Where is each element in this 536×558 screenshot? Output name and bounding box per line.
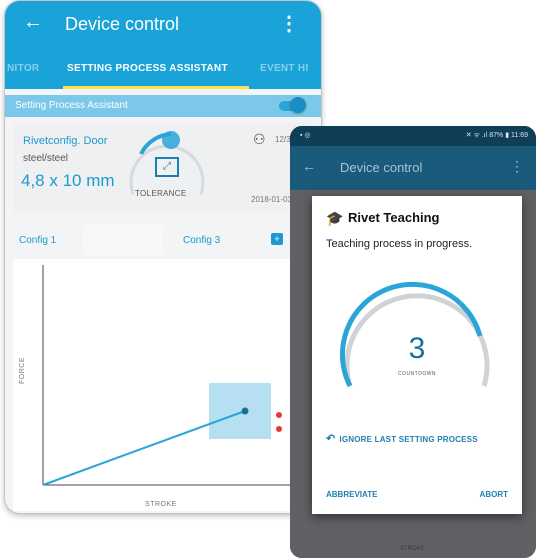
more-options-icon[interactable]: ⋮	[279, 11, 299, 36]
tolerance-label: TOLERANCE	[135, 189, 187, 198]
abbreviate-button[interactable]: ABBREVIATE	[326, 490, 377, 499]
limit-marker-upper	[276, 412, 282, 418]
tolerance-icon: ⤢	[155, 157, 179, 177]
chart-canvas	[42, 265, 309, 486]
rivet-count-icon: ⚇	[253, 131, 266, 147]
add-config-icon[interactable]: +	[271, 233, 283, 245]
config-2-slot[interactable]	[83, 225, 163, 255]
tab-bar: NITOR SETTING PROCESS ASSISTANT EVENT HI	[5, 51, 321, 89]
app-bar: ← Device control ⋮	[5, 1, 321, 51]
back-arrow-icon[interactable]: ←	[23, 11, 43, 34]
tolerance-window	[209, 383, 271, 439]
tab-event-history[interactable]: EVENT HI	[260, 63, 309, 74]
status-left: ▪ ◎	[300, 132, 311, 139]
status-right: ✕ ᯤ .ıl 87% ▮ 11:69	[465, 132, 528, 139]
y-axis-label: FORCE	[19, 357, 26, 384]
rivet-teaching-phone: ▪ ◎ ✕ ᯤ .ıl 87% ▮ 11:69 ← Device control…	[290, 126, 536, 558]
countdown-value: 3	[408, 332, 426, 365]
curve-endpoint	[241, 407, 249, 415]
assistant-toggle-label: Setting Process Assistant	[15, 100, 128, 111]
back-arrow-icon: ←	[302, 158, 316, 174]
rivet-teaching-dialog: 🎓 Rivet Teaching Teaching process in pro…	[312, 196, 522, 514]
rivet-config-card[interactable]: Rivetconfig. Door steel/steel 4,8 x 10 m…	[13, 123, 313, 213]
abort-button[interactable]: ABORT	[480, 490, 508, 499]
rivet-size: 4,8 x 10 mm	[21, 171, 115, 190]
dialog-title: Rivet Teaching	[348, 210, 440, 225]
x-axis-label: STROKE	[145, 501, 177, 508]
device-control-phone: ← Device control ⋮ NITOR SETTING PROCESS…	[4, 0, 322, 514]
app-title: Device control	[340, 160, 423, 175]
app-title: Device control	[65, 14, 180, 34]
config-date: 2018-01-03	[251, 195, 292, 204]
config-3-label[interactable]: Config 3	[183, 235, 220, 246]
config-1-label[interactable]: Config 1	[19, 235, 56, 246]
app-bar-dimmed: ← Device control ⋮	[290, 146, 536, 190]
status-bar: ▪ ◎ ✕ ᯤ .ıl 87% ▮ 11:69	[290, 126, 536, 146]
rivet-config-name: Rivetconfig. Door	[23, 135, 108, 147]
tab-monitor[interactable]: NITOR	[7, 63, 39, 74]
more-options-icon: ⋮	[510, 158, 524, 174]
assistant-content: Setting Process Assistant Rivetconfig. D…	[5, 89, 321, 513]
dialog-message: Teaching process in progress.	[326, 238, 473, 250]
background-footer-label: STROKE	[400, 546, 425, 552]
tab-setting-process-assistant[interactable]: SETTING PROCESS ASSISTANT	[67, 63, 228, 74]
limit-marker-lower	[276, 426, 282, 432]
ignore-last-setting-button[interactable]: ↶ IGNORE LAST SETTING PROCESS	[326, 432, 478, 445]
rivet-material: steel/steel	[23, 153, 69, 164]
assistant-toggle-knob[interactable]	[290, 97, 306, 113]
force-curve	[42, 410, 246, 486]
countdown-label: COUNTDOWN	[397, 371, 437, 377]
force-stroke-chart: FORCE STROKE	[13, 259, 313, 511]
graduation-cap-icon: 🎓	[326, 210, 344, 226]
undo-icon: ↶	[326, 433, 336, 445]
assistant-toggle-row: Setting Process Assistant	[5, 95, 321, 117]
ignore-last-setting-label: IGNORE LAST SETTING PROCESS	[339, 435, 478, 444]
